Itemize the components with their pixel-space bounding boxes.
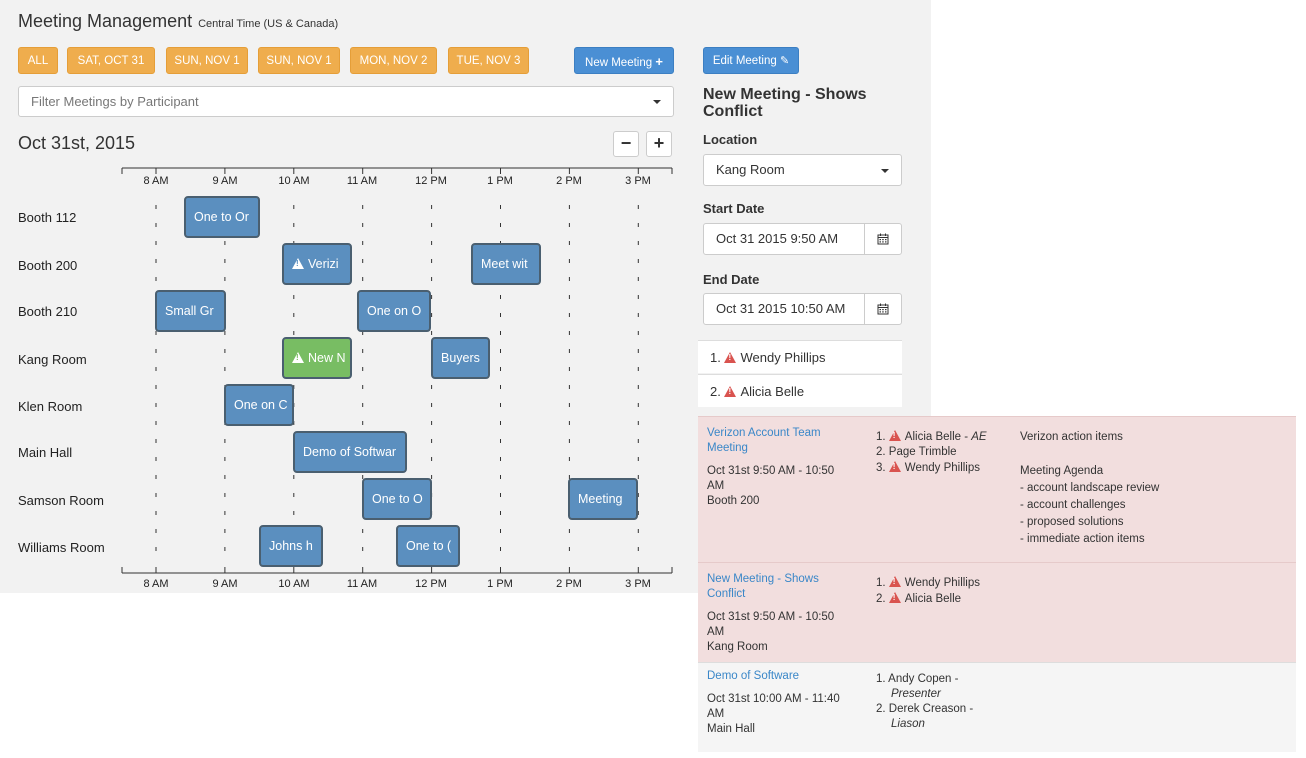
warning-icon [888,430,901,441]
start-date-value: Oct 31 2015 9:50 AM [716,231,839,246]
start-date-input[interactable]: Oct 31 2015 9:50 AM [703,223,902,255]
end-date-label: End Date [703,272,760,287]
event-block[interactable]: One on C [224,384,294,426]
participant-item: 1. Alicia Belle - AE [876,429,1016,445]
room-label-booth-200: Booth 200 [18,258,78,273]
warning-icon [724,352,737,363]
participant-item: 2. Page Trimble [876,446,957,458]
room-label-main-hall: Main Hall [18,445,73,460]
top-tick-12pm: 12 PM [415,175,447,187]
participant-list-item: 1. Wendy Phillips [698,340,902,373]
location-value: Kang Room [716,162,785,177]
event-block[interactable]: Meet wit [471,243,541,285]
end-date-value: Oct 31 2015 10:50 AM [716,301,846,316]
meeting-title-link[interactable]: Demo of Software [707,669,847,684]
event-block[interactable]: Small Gr [155,290,226,332]
meeting-room: Kang Room [707,641,768,653]
meeting-room: Main Hall [707,723,755,735]
participant-item: 2. Derek Creason - Liason [876,703,974,730]
event-block[interactable]: One to ( [396,525,460,567]
participant-item: 1. Andy Copen - Presenter [876,673,959,700]
meeting-room: Booth 200 [707,495,760,507]
warning-icon [888,461,901,472]
participant-item: 2. Alicia Belle [876,591,1016,607]
event-block[interactable]: Demo of Softwar [293,431,407,473]
warning-icon [888,576,901,587]
event-block-selected[interactable]: New N [282,337,352,379]
bottom-tick-3pm: 3 PM [625,578,651,590]
meeting-title-link[interactable]: Verizon Account Team Meeting [707,426,847,456]
conflict-row: New Meeting - Shows Conflict Oct 31st 9:… [698,562,1296,662]
top-tick-9am: 9 AM [212,175,238,187]
conflict-row: Verizon Account Team Meeting Oct 31st 9:… [698,416,1296,562]
top-tick-10am: 10 AM [278,175,310,187]
bottom-tick-8am: 8 AM [143,578,169,590]
calendar-icon[interactable] [864,224,901,254]
room-label-kang-room: Kang Room [18,352,87,367]
participant-list-item: 2. Alicia Belle [698,374,902,407]
meeting-detail-title: New Meeting - Shows Conflict [703,86,867,120]
participant-item: 3. Wendy Phillips [876,460,1016,476]
top-tick-11am: 11 AM [346,175,378,187]
event-block[interactable]: Verizi [282,243,352,285]
room-label-williams-room: Williams Room [18,540,105,555]
warning-icon [888,592,901,603]
participant-list: 1. Wendy Phillips 2. Alicia Belle [876,575,1016,607]
event-block[interactable]: One to Or [184,196,260,238]
room-label-booth-112: Booth 112 [18,210,77,225]
participant-item: 1. Wendy Phillips [876,575,1016,591]
meeting-time: Oct 31st 9:50 AM - 10:50 AM [707,465,835,492]
calendar-icon[interactable] [864,294,901,324]
top-tick-8am: 8 AM [143,175,169,187]
top-tick-3pm: 3 PM [625,175,651,187]
top-tick-2pm: 2 PM [556,175,582,187]
event-block[interactable]: Meeting [568,478,638,520]
warning-icon [292,258,304,269]
event-block[interactable]: Johns h [259,525,323,567]
room-label-booth-210: Booth 210 [18,304,78,319]
meeting-row: Demo of Software Oct 31st 10:00 AM - 11:… [698,662,1296,752]
bottom-tick-11am: 11 AM [346,578,378,590]
participant-list: 1. Alicia Belle - AE 2. Page Trimble 3. … [876,429,1016,476]
event-block[interactable]: One to O [362,478,432,520]
meeting-time: Oct 31st 9:50 AM - 10:50 AM [707,611,835,638]
bottom-tick-10am: 10 AM [278,578,310,590]
event-block[interactable]: Buyers [431,337,490,379]
start-date-label: Start Date [703,201,765,216]
bottom-tick-9am: 9 AM [212,578,238,590]
warning-icon [724,386,737,397]
participant-list: 1. Andy Copen - Presenter 2. Derek Creas… [876,672,1016,732]
bottom-tick-1pm: 1 PM [487,578,513,590]
meeting-title-link[interactable]: New Meeting - Shows Conflict [707,572,847,602]
bottom-tick-2pm: 2 PM [556,578,582,590]
warning-icon [292,352,304,363]
end-date-input[interactable]: Oct 31 2015 10:50 AM [703,293,902,325]
top-tick-1pm: 1 PM [487,175,513,187]
room-label-samson-room: Samson Room [18,493,104,508]
meeting-time: Oct 31st 10:00 AM - 11:40 AM [707,693,840,720]
bottom-tick-12pm: 12 PM [415,578,447,590]
event-block[interactable]: One on O [357,290,431,332]
meeting-notes: Verizon action items Meeting Agenda - ac… [1020,431,1160,545]
room-label-klen-room: Klen Room [18,399,83,414]
location-label: Location [703,132,758,147]
location-select[interactable]: Kang Room [703,154,902,186]
chevron-down-icon [881,169,889,173]
